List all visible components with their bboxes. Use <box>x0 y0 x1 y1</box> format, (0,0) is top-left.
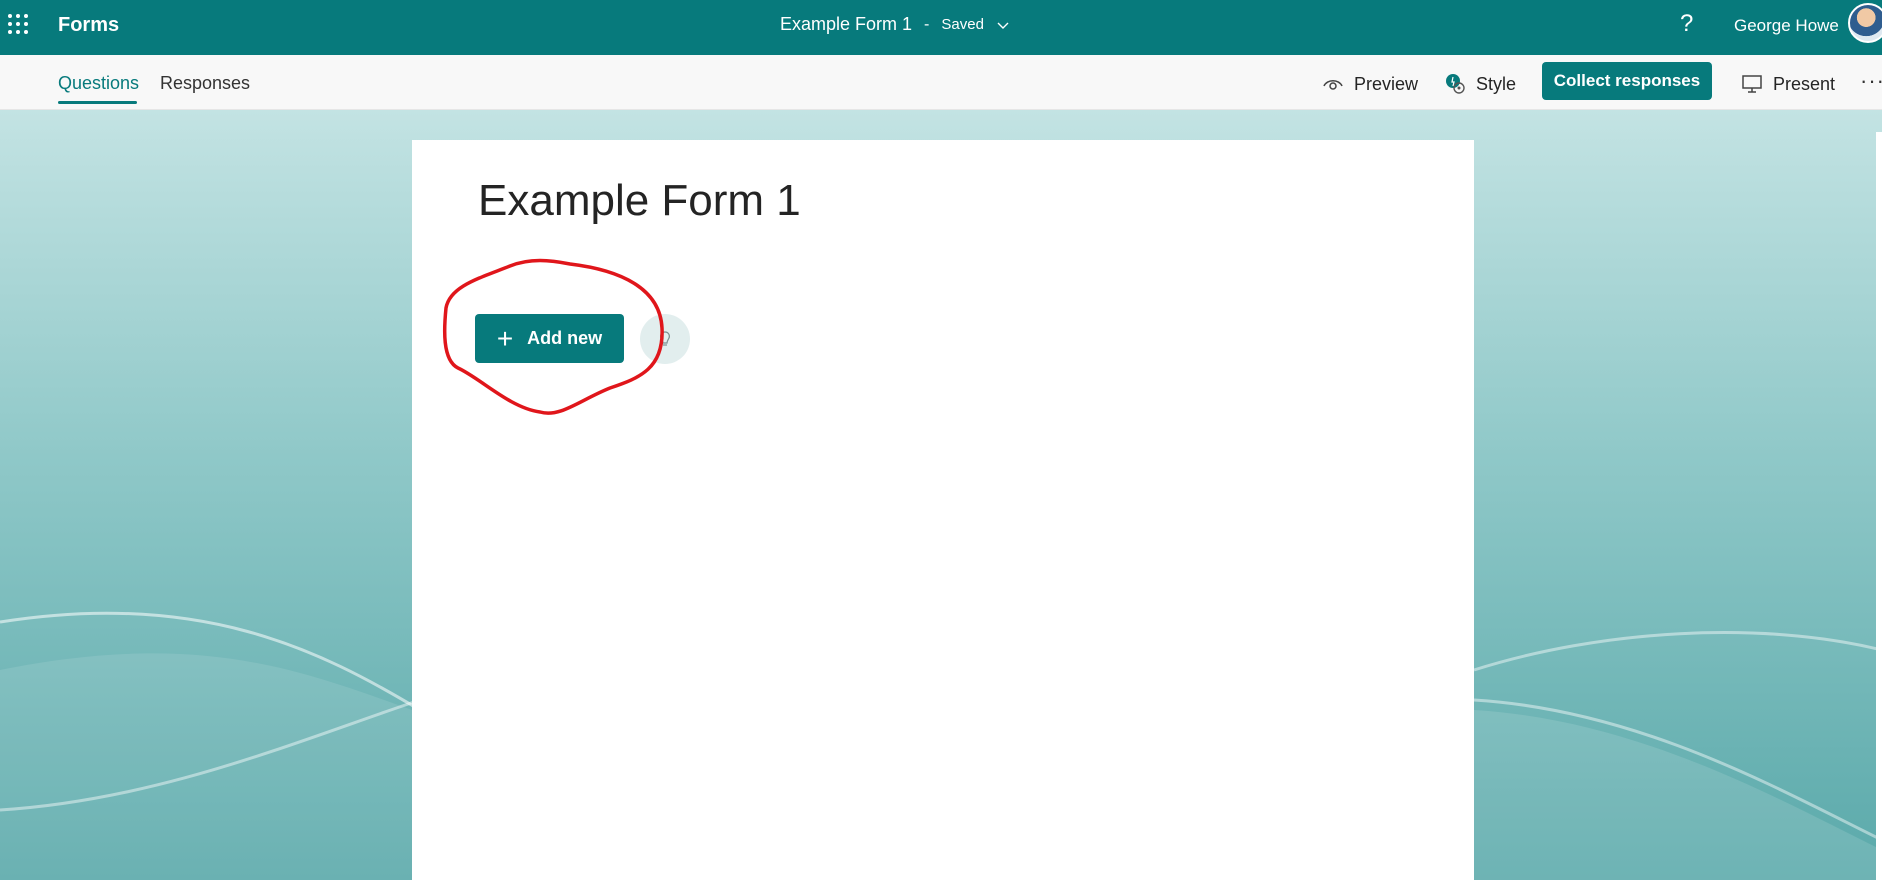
add-new-label: Add new <box>527 328 603 348</box>
lightbulb-icon <box>660 331 670 346</box>
palette-icon <box>1446 74 1465 94</box>
question-suggestions-button[interactable] <box>640 314 690 364</box>
save-status: Saved <box>941 16 984 33</box>
avatar[interactable] <box>1848 3 1882 43</box>
style-button[interactable]: Style <box>1444 73 1516 95</box>
chevron-down-icon <box>997 22 1009 29</box>
title-separator: - <box>924 15 930 33</box>
present-button[interactable]: Present <box>1741 73 1835 95</box>
document-title: Example Form 1 <box>780 14 913 34</box>
form-canvas: Example Form 1 + Add new <box>412 140 1474 880</box>
preview-button[interactable]: Preview <box>1322 73 1418 95</box>
tab-responses[interactable]: Responses <box>160 73 250 94</box>
eye-icon <box>1323 80 1343 90</box>
app-launcher-icon[interactable] <box>8 14 28 34</box>
monitor-icon <box>1742 75 1762 93</box>
style-label: Style <box>1476 73 1517 94</box>
form-title[interactable]: Example Form 1 <box>478 176 801 226</box>
active-tab-indicator <box>58 101 137 104</box>
present-label: Present <box>1773 73 1836 94</box>
help-button[interactable]: ? <box>1680 10 1693 38</box>
more-options-button[interactable]: ··· <box>1860 68 1882 94</box>
user-name[interactable]: George Howe <box>1734 16 1839 36</box>
app-name[interactable]: Forms <box>58 14 119 37</box>
document-title-menu[interactable]: Example Form 1 - Saved <box>780 14 1010 35</box>
app-header: Forms Example Form 1 - Saved ? George Ho… <box>0 0 1882 55</box>
plus-icon: + <box>496 322 514 354</box>
collect-responses-button[interactable]: Collect responses <box>1542 62 1712 100</box>
side-panel-edge <box>1876 132 1882 880</box>
tab-questions[interactable]: Questions <box>58 73 139 94</box>
add-new-button[interactable]: + Add new <box>475 314 624 363</box>
preview-label: Preview <box>1354 73 1419 94</box>
